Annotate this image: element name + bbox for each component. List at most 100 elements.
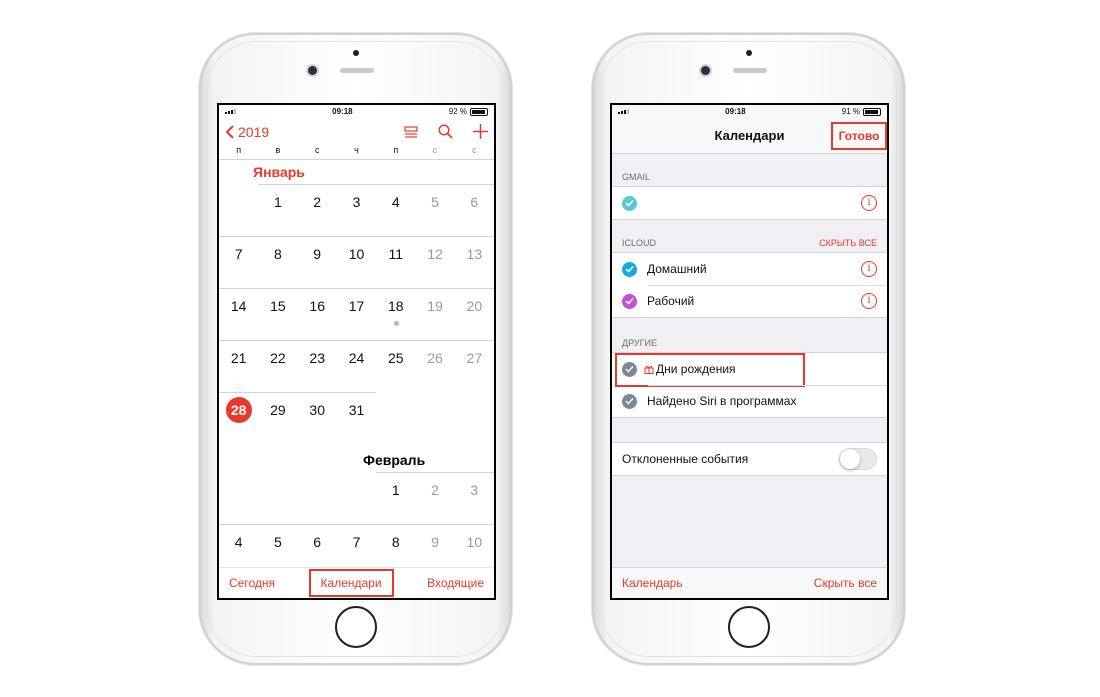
checkmark-icon[interactable] (622, 393, 637, 409)
inbox-button[interactable]: Входящие (427, 576, 484, 590)
list-view-icon[interactable] (404, 125, 418, 138)
day-number: 9 (313, 246, 322, 262)
checkmark-icon[interactable] (622, 195, 637, 211)
right-phone: 09:18 91 % Календари Готово GMAIL i ICLO… (592, 33, 905, 665)
calendar-day[interactable]: 21 (219, 340, 259, 392)
calendar-day[interactable]: 28 (219, 392, 259, 444)
info-icon[interactable]: i (861, 293, 877, 309)
calendar-day[interactable]: 1 (258, 184, 298, 236)
hide-all-icloud-button[interactable]: СКРЫТЬ ВСЕ (819, 238, 877, 248)
day-number: 10 (466, 534, 483, 550)
status-time: 09:18 (332, 107, 353, 116)
checkmark-icon[interactable] (622, 261, 637, 277)
home-button[interactable] (727, 606, 770, 648)
day-number: 3 (470, 482, 479, 498)
calendar-day[interactable]: 9 (297, 236, 337, 288)
calendar-day[interactable]: 6 (454, 184, 494, 236)
month-title: Январь (253, 164, 305, 180)
calendar-day[interactable]: 10 (336, 236, 377, 288)
weekday-label: в (275, 145, 281, 155)
today-marker: 28 (225, 397, 252, 423)
calendar-day[interactable]: 8 (258, 236, 298, 288)
calendar-day[interactable]: 14 (219, 288, 259, 340)
calendar-row-work[interactable]: Рабочий i (612, 285, 887, 317)
calendar-day[interactable]: 22 (258, 340, 298, 392)
calendar-day[interactable]: 30 (297, 392, 337, 444)
calendar-day[interactable]: 24 (336, 340, 377, 392)
proximity-sensor (745, 50, 752, 56)
calendar-empty-cell (219, 472, 258, 524)
calendar-day[interactable]: 19 (415, 288, 455, 340)
info-icon[interactable]: i (861, 261, 877, 277)
earpiece (340, 68, 374, 73)
left-phone: 09:18 92 % 2019 п в с ч п с с Январь 1 2… (199, 33, 512, 665)
calendar-day[interactable]: 18 (376, 288, 416, 340)
front-camera (308, 66, 317, 75)
battery-icon (862, 107, 881, 116)
checkmark-icon[interactable] (622, 293, 637, 309)
other-group: Дни рождения Найдено Siri в программах (612, 352, 887, 418)
calendar-label: Рабочий (647, 294, 695, 308)
search-icon[interactable] (438, 124, 453, 139)
day-number: 11 (388, 246, 404, 262)
day-number: 20 (466, 298, 483, 314)
calendar-day[interactable]: 20 (454, 288, 494, 340)
calendar-day[interactable]: 25 (376, 340, 416, 392)
day-number: 9 (431, 534, 439, 550)
day-number: 7 (234, 246, 243, 262)
hide-all-button[interactable]: Скрыть все (814, 576, 877, 590)
back-to-year-button[interactable]: 2019 (225, 124, 269, 140)
weekday-header: п в с ч п с с (219, 145, 494, 160)
calendar-day[interactable]: 17 (336, 288, 377, 340)
calendar-row-birthdays[interactable]: Дни рождения (612, 353, 887, 387)
calendar-day[interactable]: 15 (258, 288, 298, 340)
calendar-day[interactable]: 31 (336, 392, 377, 444)
calendar-day[interactable]: 4 (376, 184, 416, 236)
day-number: 29 (270, 402, 286, 418)
home-button[interactable] (334, 606, 377, 648)
calendar-day[interactable]: 2 (415, 472, 455, 524)
calendar-button[interactable]: Календарь (622, 576, 683, 590)
bottom-toolbar: Календарь Скрыть все (612, 567, 887, 598)
done-button[interactable]: Готово (831, 122, 887, 150)
earpiece (733, 68, 767, 73)
calendar-day[interactable]: 13 (454, 236, 494, 288)
calendar-row-home[interactable]: Домашний i (612, 253, 887, 285)
calendar-day[interactable]: 29 (258, 392, 298, 444)
calendar-day[interactable]: 5 (415, 184, 455, 236)
calendar-week: 7 8 9 10 11 12 13 (219, 236, 494, 288)
calendar-row-siri[interactable]: Найдено Siri в программах (612, 385, 887, 417)
calendar-day[interactable]: 26 (415, 340, 455, 392)
calendar-day[interactable]: 23 (297, 340, 337, 392)
declined-events-toggle[interactable] (839, 448, 877, 470)
calendar-day[interactable]: 3 (454, 472, 494, 524)
day-number: 15 (270, 298, 286, 314)
day-number: 10 (348, 246, 365, 262)
calendar-day[interactable]: 1 (376, 472, 416, 524)
calendar-day[interactable]: 3 (336, 184, 377, 236)
day-number: 4 (391, 194, 400, 210)
add-icon[interactable] (473, 124, 488, 139)
calendar-row-gmail[interactable]: i (612, 187, 887, 219)
day-number: 3 (352, 194, 361, 210)
calendar-day[interactable]: 16 (297, 288, 337, 340)
day-number: 1 (274, 194, 282, 210)
day-number: 21 (230, 350, 247, 366)
calendar-label: Найдено Siri в программах (647, 394, 797, 408)
calendar-day[interactable]: 7 (219, 236, 259, 288)
day-number: 14 (230, 298, 247, 314)
today-button[interactable]: Сегодня (229, 576, 275, 590)
calendar-day[interactable]: 11 (376, 236, 416, 288)
battery-percent: 92 % (448, 107, 467, 116)
calendar-day[interactable]: 27 (454, 340, 494, 392)
weekday-label: п (236, 145, 242, 155)
day-number: 8 (274, 246, 282, 262)
calendars-button[interactable]: Календари (308, 569, 394, 597)
info-icon[interactable]: i (861, 195, 877, 211)
weekday-label: с (314, 145, 320, 155)
day-number: 6 (313, 534, 322, 550)
calendar-day[interactable]: 2 (297, 184, 337, 236)
weekday-label: с (472, 145, 477, 155)
calendar-week: 21 22 23 24 25 26 27 (219, 340, 494, 392)
calendar-day[interactable]: 12 (415, 236, 455, 288)
